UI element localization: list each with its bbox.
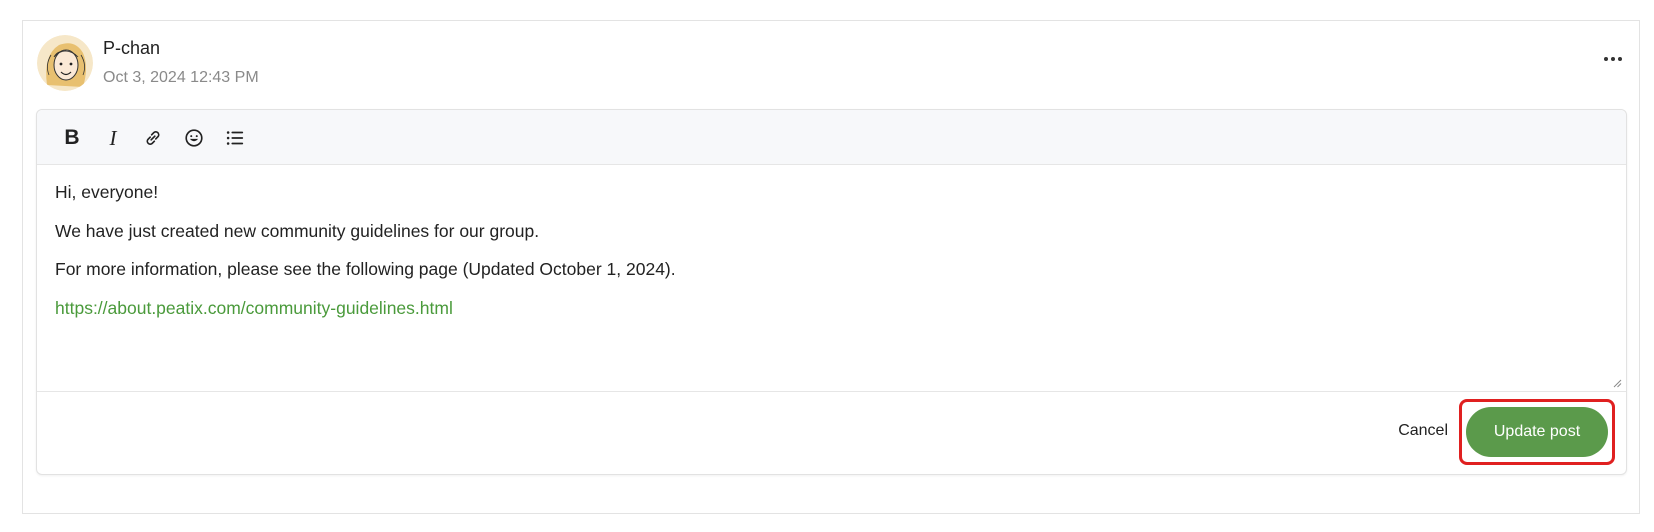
resize-handle-icon[interactable] xyxy=(1612,378,1622,388)
bold-button[interactable]: B xyxy=(57,123,87,153)
emoji-button[interactable] xyxy=(179,123,209,153)
post-author[interactable]: P-chan xyxy=(103,38,160,59)
emoji-icon xyxy=(185,129,203,147)
editor-text-area[interactable]: Hi, everyone! We have just created new c… xyxy=(37,165,1626,391)
link-button[interactable] xyxy=(138,123,168,153)
guidelines-link[interactable]: https://about.peatix.com/community-guide… xyxy=(55,298,453,318)
ellipsis-icon xyxy=(1604,57,1608,61)
editor-toolbar: B I xyxy=(37,110,1626,165)
more-options-button[interactable] xyxy=(1599,49,1627,69)
editor-line: For more information, please see the fol… xyxy=(55,259,676,279)
avatar[interactable] xyxy=(37,35,93,91)
post-card: P-chan Oct 3, 2024 12:43 PM B I Hi, ever… xyxy=(22,20,1640,514)
ellipsis-dot xyxy=(1611,57,1615,61)
italic-button[interactable]: I xyxy=(98,123,128,153)
editor-line: We have just created new community guide… xyxy=(55,220,540,241)
editor-link-line: https://about.peatix.com/community-guide… xyxy=(55,298,1608,319)
bulleted-list-button[interactable] xyxy=(220,123,250,153)
update-post-button[interactable]: Update post xyxy=(1466,407,1608,457)
editor-footer: Cancel Update post xyxy=(37,391,1626,475)
link-icon xyxy=(146,131,160,145)
editor-line: Hi, everyone! xyxy=(55,182,159,202)
post-editor: B I Hi, everyone! We have just created n… xyxy=(36,109,1627,475)
bulleted-list-icon xyxy=(226,131,244,145)
cancel-button[interactable]: Cancel xyxy=(1398,422,1448,440)
ellipsis-dot xyxy=(1618,57,1622,61)
post-timestamp: Oct 3, 2024 12:43 PM xyxy=(103,69,259,86)
avatar-illustration-icon xyxy=(37,35,93,91)
